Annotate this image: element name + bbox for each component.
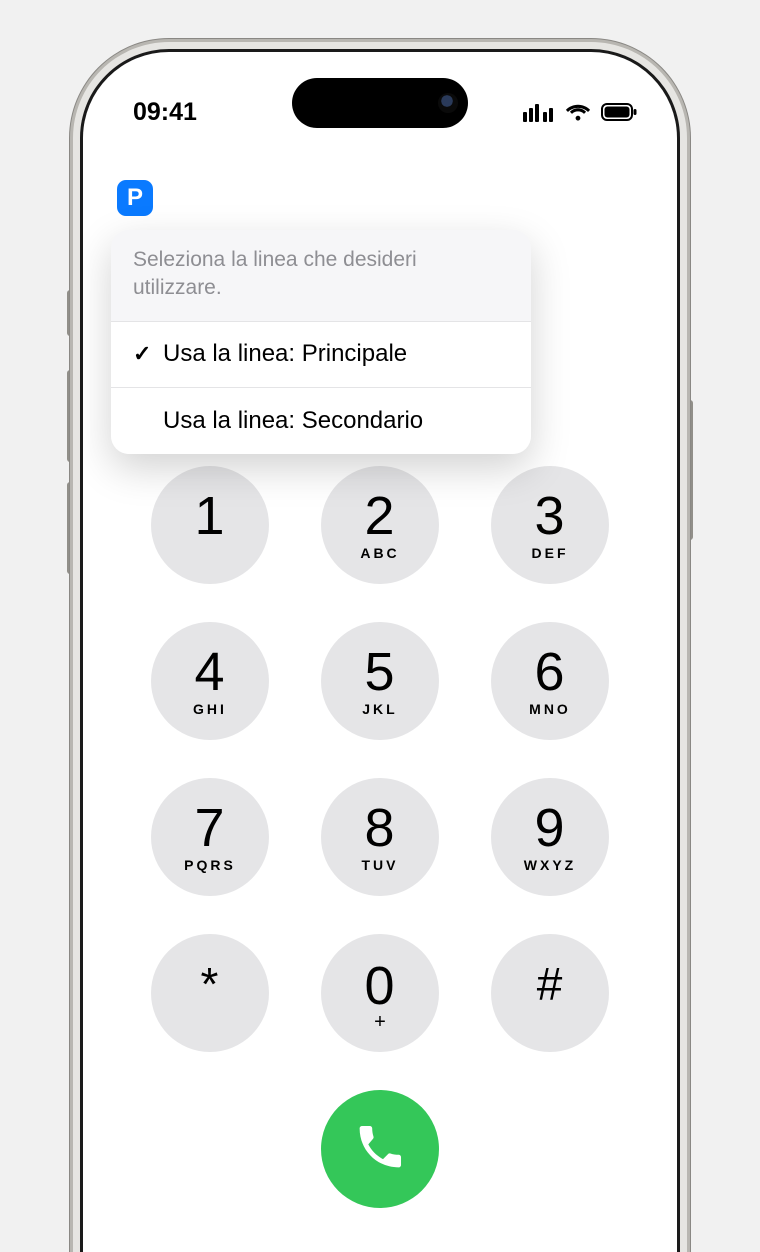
volume-up-button — [67, 370, 75, 462]
line-indicator-letter: P — [127, 184, 143, 212]
line-indicator-badge[interactable]: P — [117, 180, 153, 216]
keypad-digit: 6 — [534, 645, 565, 699]
line-option-label: Usa la linea: Secondario — [163, 407, 423, 435]
checkmark-icon: ✓ — [133, 341, 163, 367]
keypad-key-0[interactable]: 0 + — [321, 934, 439, 1052]
keypad-digit: 9 — [534, 801, 565, 855]
keypad-key-1[interactable]: 1 — [151, 466, 269, 584]
phone-keypad: 1 2 ABC 3 DEF 4 GHI 5 JKL 6 MNO — [150, 466, 610, 1052]
keypad-key-6[interactable]: 6 MNO — [491, 622, 609, 740]
phone-icon — [354, 1121, 406, 1178]
keypad-key-hash[interactable]: # — [491, 934, 609, 1052]
keypad-letters: ABC — [360, 545, 399, 561]
power-button — [685, 400, 693, 540]
phone-screen: 09:41 — [83, 52, 677, 1252]
volume-down-button — [67, 482, 75, 574]
keypad-digit: 3 — [534, 489, 565, 543]
keypad-digit: * — [201, 961, 220, 1007]
keypad-key-star[interactable]: * — [151, 934, 269, 1052]
keypad-digit: 8 — [364, 801, 395, 855]
keypad-key-9[interactable]: 9 WXYZ — [491, 778, 609, 896]
keypad-digit: 0 — [364, 959, 395, 1013]
keypad-letters: GHI — [193, 701, 227, 717]
keypad-letters: JKL — [362, 701, 397, 717]
keypad-key-7[interactable]: 7 PQRS — [151, 778, 269, 896]
line-selection-popover: Seleziona la linea che desideri utilizza… — [111, 230, 531, 454]
keypad-letters: DEF — [532, 545, 569, 561]
line-option-label: Usa la linea: Principale — [163, 340, 407, 368]
keypad-digit: 7 — [194, 801, 225, 855]
keypad-digit: # — [537, 961, 564, 1007]
keypad-letters: WXYZ — [524, 857, 576, 873]
volume-mute-switch — [67, 290, 75, 336]
call-button[interactable] — [321, 1090, 439, 1208]
keypad-letters: PQRS — [184, 857, 236, 873]
keypad-key-5[interactable]: 5 JKL — [321, 622, 439, 740]
keypad-key-2[interactable]: 2 ABC — [321, 466, 439, 584]
keypad-letters: MNO — [529, 701, 571, 717]
keypad-key-4[interactable]: 4 GHI — [151, 622, 269, 740]
keypad-digit: 1 — [194, 489, 225, 543]
keypad-digit: 4 — [194, 645, 225, 699]
keypad-letters: TUV — [362, 857, 399, 873]
keypad-digit: 2 — [364, 489, 395, 543]
keypad-digit: 5 — [364, 645, 395, 699]
line-option-principale[interactable]: ✓ Usa la linea: Principale — [111, 322, 531, 388]
line-option-secondario[interactable]: Usa la linea: Secondario — [111, 388, 531, 454]
keypad-plus: + — [374, 1011, 386, 1027]
line-selection-instruction: Seleziona la linea che desideri utilizza… — [111, 230, 531, 322]
keypad-key-8[interactable]: 8 TUV — [321, 778, 439, 896]
keypad-key-3[interactable]: 3 DEF — [491, 466, 609, 584]
